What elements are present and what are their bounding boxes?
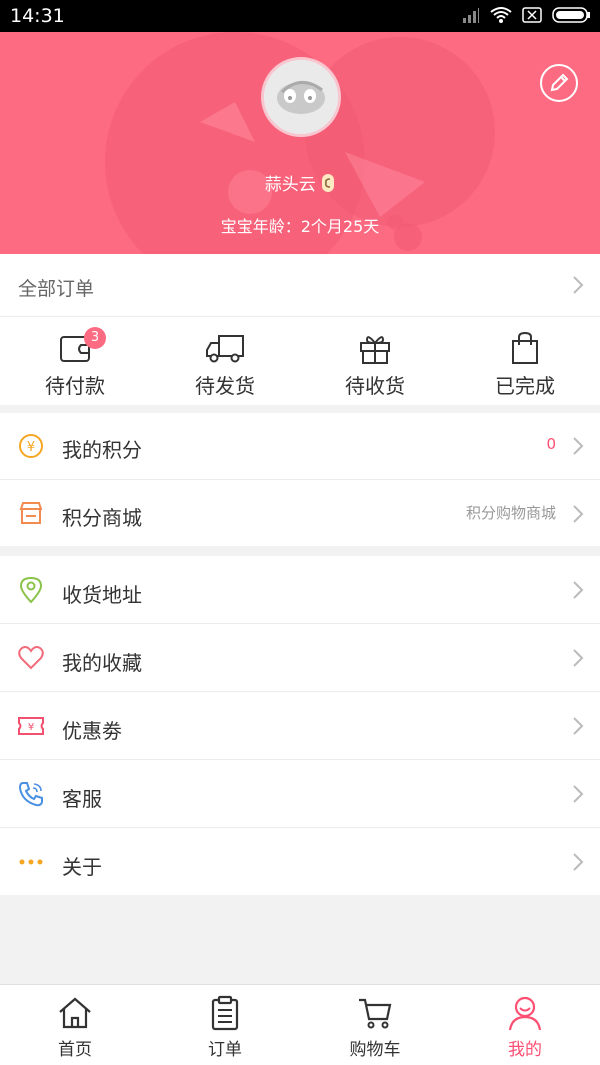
sim-icon (522, 7, 542, 23)
home-icon (59, 997, 91, 1029)
menu-item-coupons[interactable]: ¥ 优惠劵 (0, 692, 600, 759)
tab-label: 购物车 (349, 1040, 401, 1060)
tab-orders[interactable]: 订单 (150, 985, 300, 1065)
points-value: 0 (546, 435, 556, 453)
status-time: 14:31 (10, 5, 65, 27)
edit-profile-button[interactable] (540, 64, 578, 102)
tab-home[interactable]: 首页 (0, 985, 150, 1065)
heart-icon (18, 646, 44, 670)
chevron-right-icon (573, 276, 584, 294)
wifi-icon (490, 7, 512, 23)
tab-cart[interactable]: 购物车 (300, 985, 450, 1065)
battery-icon (552, 7, 590, 23)
ticket-icon: ¥ (18, 717, 44, 735)
username-text: 蒜头云 (264, 175, 316, 195)
chevron-right-icon (573, 505, 584, 523)
baby-age: 宝宝年龄：2个月25天 (220, 217, 380, 236)
avatar-image (264, 60, 338, 134)
menu-item-label: 收货地址 (62, 583, 142, 607)
all-orders-row[interactable]: 全部订单 (0, 254, 600, 316)
coin-icon: ¥ (19, 434, 43, 458)
chevron-right-icon (573, 853, 584, 871)
svg-text:¥: ¥ (27, 440, 35, 455)
menu-item-label: 客服 (62, 787, 102, 811)
svg-text:¥: ¥ (28, 722, 34, 733)
store-icon (19, 502, 43, 524)
menu-item-label: 积分商城 (62, 506, 142, 530)
pending-payment-badge: 3 (84, 327, 106, 349)
tab-label: 订单 (208, 1040, 242, 1060)
phone-icon (18, 782, 43, 807)
order-tab-pending-shipment[interactable]: 待发货 (150, 317, 300, 405)
order-tab-completed[interactable]: 已完成 (450, 317, 600, 405)
profile-header: 蒜头云 宝宝年龄：2个月25天 (0, 32, 600, 254)
menu-item-label: 优惠劵 (62, 719, 122, 743)
order-tab-pending-receipt[interactable]: 待收货 (300, 317, 450, 405)
order-tab-label: 已完成 (495, 374, 555, 398)
avatar[interactable] (261, 57, 341, 137)
clipboard-icon (211, 995, 239, 1031)
bottom-tab-bar: 首页 订单 购物车 我的 (0, 984, 600, 1065)
status-bar: 14:31 (0, 0, 600, 32)
chevron-right-icon (573, 649, 584, 667)
more-dots-icon (19, 859, 43, 865)
username: 蒜头云 (0, 170, 600, 195)
all-orders-label: 全部订单 (18, 278, 95, 300)
menu-item-address[interactable]: 收货地址 (0, 556, 600, 623)
tab-label: 我的 (508, 1040, 542, 1060)
menu-item-label: 我的收藏 (62, 651, 142, 675)
menu-item-label: 我的积分 (62, 438, 142, 462)
menu-item-points[interactable]: ¥ 我的积分 0 (0, 413, 600, 479)
bag-icon (512, 331, 538, 364)
status-icons (462, 6, 592, 24)
chevron-right-icon (573, 437, 584, 455)
user-icon (508, 996, 542, 1031)
gender-icon (322, 174, 335, 192)
menu-item-about[interactable]: 关于 (0, 828, 600, 895)
chevron-right-icon (573, 717, 584, 735)
tab-me[interactable]: 我的 (450, 985, 600, 1065)
chevron-right-icon (573, 581, 584, 599)
gift-icon (360, 336, 390, 364)
tab-label: 首页 (58, 1040, 92, 1060)
pencil-icon (550, 73, 569, 92)
order-tab-label: 待收货 (345, 374, 405, 398)
menu-item-customer-service[interactable]: 客服 (0, 760, 600, 827)
cart-icon (359, 998, 392, 1029)
order-tab-pending-payment[interactable]: 3 待付款 (0, 317, 150, 405)
order-status-tabs: 3 待付款 待发货 待收货 已完成 (0, 317, 600, 405)
truck-icon (206, 335, 244, 363)
chevron-right-icon (573, 785, 584, 803)
order-tab-label: 待发货 (195, 374, 255, 398)
menu-item-favorites[interactable]: 我的收藏 (0, 624, 600, 691)
points-mall-subtitle: 积分购物商城 (465, 504, 556, 522)
menu-item-points-mall[interactable]: 积分商城 积分购物商城 (0, 480, 600, 546)
signal-icon (463, 8, 479, 23)
location-icon (19, 576, 43, 604)
order-tab-label: 待付款 (45, 374, 105, 398)
menu-item-label: 关于 (62, 855, 102, 879)
